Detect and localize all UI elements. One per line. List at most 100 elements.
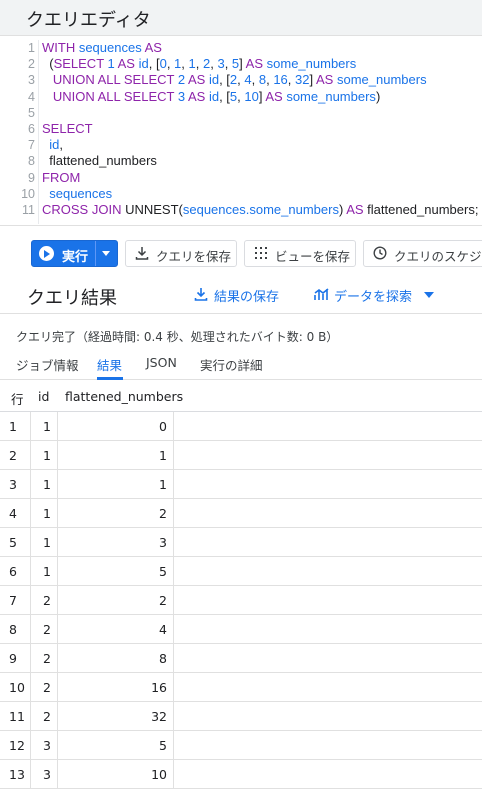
run-button-label: 実行	[62, 250, 89, 265]
column-header-id[interactable]: id	[38, 389, 49, 404]
grid-icon	[255, 247, 267, 259]
table-row[interactable]: 7 2 2	[0, 586, 482, 615]
line-number: 9	[28, 170, 35, 185]
flattened-numbers-cell: 5	[159, 738, 167, 753]
code-line[interactable]: 7 id,	[0, 137, 482, 153]
code-line[interactable]: 11 CROSS JOIN UNNEST(sequences.some_numbe…	[0, 202, 482, 218]
id-cell: 3	[43, 738, 51, 753]
row-number-cell: 1	[9, 419, 17, 434]
tab-json[interactable]: JSON	[146, 355, 177, 370]
save-view-button[interactable]: ビューを保存	[244, 240, 356, 267]
run-button[interactable]: 実行	[31, 240, 118, 267]
table-row[interactable]: 1 1 0	[0, 412, 482, 441]
id-cell: 1	[43, 477, 51, 492]
row-number-cell: 12	[9, 738, 25, 753]
code-token: 0	[159, 56, 167, 72]
results-title: クエリ結果	[27, 288, 117, 309]
id-cell: 3	[43, 767, 51, 782]
flattened-numbers-cell: 16	[151, 680, 167, 695]
play-icon	[39, 246, 54, 261]
code-text: sequences	[42, 186, 112, 202]
code-token: (	[42, 56, 54, 72]
code-line[interactable]: 8 flattened_numbers	[0, 153, 482, 169]
code-token: id	[208, 72, 220, 88]
column-header-flattened-numbers[interactable]: flattened_numbers	[65, 389, 183, 404]
table-row[interactable]: 10 2 16	[0, 673, 482, 702]
code-token: UNION ALL SELECT	[52, 88, 178, 104]
code-token: 8	[258, 72, 267, 88]
code-line[interactable]: 6 SELECT	[0, 121, 482, 137]
code-text: FROM	[42, 170, 80, 186]
tab-job-info[interactable]: ジョブ情報	[16, 355, 79, 374]
table-row[interactable]: 8 2 4	[0, 615, 482, 644]
table-row[interactable]: 4 1 2	[0, 499, 482, 528]
schedule-query-button[interactable]: クエリのスケジュール	[363, 240, 482, 267]
code-token: 1	[188, 56, 196, 72]
code-line[interactable]: 10 sequences	[0, 186, 482, 202]
id-cell: 1	[43, 564, 51, 579]
explore-data-label: データを探索	[334, 290, 413, 305]
table-row[interactable]: 5 1 3	[0, 528, 482, 557]
code-token: ,	[195, 56, 203, 72]
id-cell: 2	[43, 593, 51, 608]
row-number-cell: 9	[9, 651, 17, 666]
sql-editor[interactable]: 1 WITH sequences AS 2 (SELECT 1 AS id, [0,…	[0, 38, 482, 226]
chevron-down-icon[interactable]	[102, 251, 110, 256]
row-number-cell: 13	[9, 767, 25, 782]
code-text: flattened_numbers	[42, 153, 157, 169]
code-token: 4	[244, 72, 252, 88]
column-header-row: 行	[11, 392, 24, 407]
code-line[interactable]: 1 WITH sequences AS	[0, 40, 482, 56]
id-cell: 1	[43, 506, 51, 521]
run-button-divider	[95, 241, 96, 266]
line-number: 1	[28, 41, 35, 55]
code-line[interactable]: 2 (SELECT 1 AS id, [0, 1, 1, 2, 3, 5] AS…	[0, 56, 482, 72]
explore-data-link[interactable]: データを探索	[314, 286, 444, 305]
row-number-cell: 11	[9, 709, 25, 724]
code-token: some_numbers	[286, 88, 376, 104]
save-query-label: クエリを保存	[156, 249, 232, 264]
tab-results[interactable]: 結果	[97, 355, 122, 374]
code-line[interactable]: 9 FROM	[0, 170, 482, 186]
table-row[interactable]: 12 3 5	[0, 731, 482, 760]
code-line[interactable]: 3 UNION ALL SELECT 2 AS id, [2, 4, 8, 16…	[0, 72, 482, 88]
code-token: ,	[59, 137, 63, 153]
save-results-link[interactable]: 結果の保存	[194, 286, 294, 305]
code-token: UNION ALL SELECT	[52, 72, 178, 88]
code-token: 2	[177, 72, 188, 88]
code-token: 1	[107, 56, 118, 72]
line-number: 6	[28, 122, 35, 136]
table-row[interactable]: 2 1 1	[0, 441, 482, 470]
table-row[interactable]: 13 3 10	[0, 760, 482, 789]
schedule-query-label: クエリのスケジュール	[394, 249, 482, 264]
active-tab-indicator	[97, 377, 123, 380]
column-divider	[57, 412, 58, 789]
line-number: 3	[28, 73, 35, 88]
code-text: CROSS JOIN UNNEST(sequences.some_numbers…	[42, 202, 478, 218]
table-row[interactable]: 6 1 5	[0, 557, 482, 586]
flattened-numbers-cell: 1	[159, 477, 167, 492]
save-view-label: ビューを保存	[275, 249, 351, 264]
flattened-numbers-cell: 5	[159, 564, 167, 579]
table-row[interactable]: 9 2 8	[0, 644, 482, 673]
code-token: ,	[181, 56, 189, 72]
code-line[interactable]: 4 UNION ALL SELECT 3 AS id, [5, 10] AS s…	[0, 89, 482, 105]
save-query-button[interactable]: クエリを保存	[125, 240, 237, 267]
code-text: (SELECT 1 AS id, [0, 1, 1, 2, 3, 5] AS s…	[42, 56, 356, 72]
code-token: AS	[144, 40, 162, 55]
table-row[interactable]: 11 2 32	[0, 702, 482, 731]
code-token: , [	[219, 72, 230, 88]
save-results-label: 結果の保存	[214, 290, 280, 305]
code-line[interactable]: 5	[0, 105, 482, 121]
code-token: sequences	[78, 40, 145, 55]
flattened-numbers-cell: 3	[159, 535, 167, 550]
row-number-cell: 6	[9, 564, 17, 579]
tab-execution-details[interactable]: 実行の詳細	[200, 355, 263, 374]
flattened-numbers-cell: 2	[159, 593, 167, 608]
code-token: )	[375, 88, 381, 104]
code-token: SELECT	[53, 56, 108, 72]
table-row[interactable]: 3 1 1	[0, 470, 482, 499]
row-number-cell: 2	[9, 448, 17, 463]
flattened-numbers-cell: 2	[159, 506, 167, 521]
code-text: id,	[42, 137, 63, 153]
